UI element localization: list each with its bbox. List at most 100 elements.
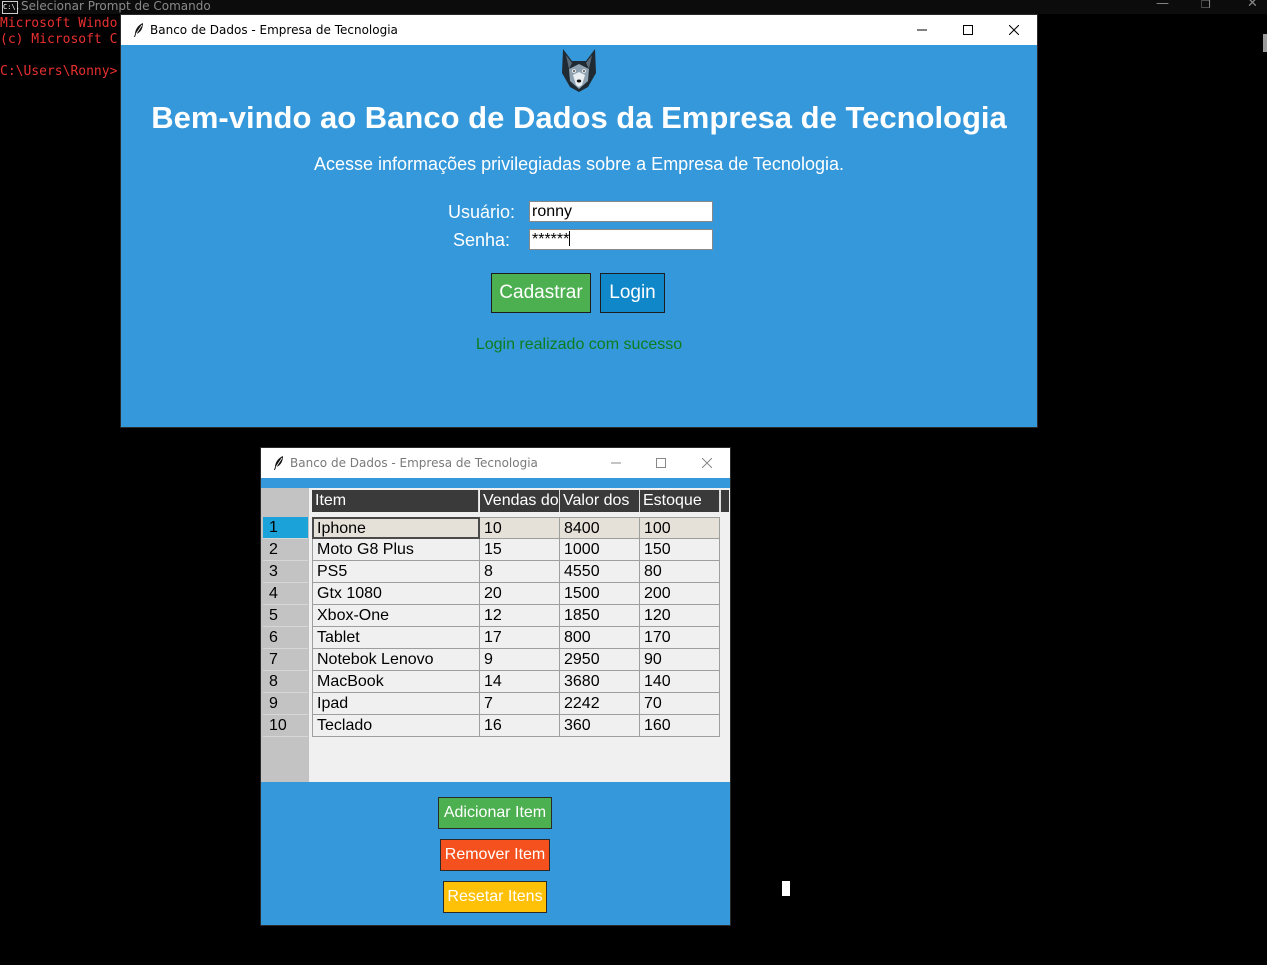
inventory-sheet[interactable]: Item Vendas do Valor dos Estoque 1 Iphone… bbox=[261, 488, 730, 782]
status-message: Login realizado com sucesso bbox=[475, 336, 683, 353]
row-index[interactable]: 9 bbox=[263, 693, 308, 715]
maximize-button[interactable] bbox=[945, 15, 991, 45]
cell-value[interactable]: 360 bbox=[560, 715, 640, 737]
login-window-titlebar[interactable]: Banco de Dados - Empresa de Tecnologia bbox=[121, 15, 1037, 45]
cell-stock[interactable]: 120 bbox=[640, 605, 720, 627]
cell-item[interactable]: Teclado bbox=[312, 715, 480, 737]
cell-value[interactable]: 1500 bbox=[560, 583, 640, 605]
row-index[interactable]: 6 bbox=[263, 627, 308, 649]
console-prompt: C:\Users\Ronny> bbox=[0, 64, 118, 79]
wolf-logo-icon bbox=[562, 49, 596, 92]
cell-sales[interactable]: 12 bbox=[480, 605, 560, 627]
cell-item[interactable]: Xbox-One bbox=[312, 605, 480, 627]
row-index[interactable]: 7 bbox=[263, 649, 308, 671]
row-index[interactable]: 5 bbox=[263, 605, 308, 627]
register-button[interactable]: Cadastrar bbox=[491, 273, 591, 313]
row-index[interactable]: 8 bbox=[263, 671, 308, 693]
row-index[interactable]: 1 bbox=[263, 517, 308, 539]
cell-item[interactable]: Tablet bbox=[312, 627, 480, 649]
column-header-stock[interactable]: Estoque bbox=[640, 490, 720, 512]
cell-item[interactable]: Notebok Lenovo bbox=[312, 649, 480, 671]
row-index[interactable]: 10 bbox=[263, 715, 308, 737]
welcome-heading: Bem-vindo ao Banco de Dados da Empresa d… bbox=[151, 100, 1007, 135]
console-line: Microsoft Windo bbox=[0, 16, 118, 31]
cell-stock[interactable]: 200 bbox=[640, 583, 720, 605]
console-line: (c) Microsoft C bbox=[0, 32, 118, 47]
cell-stock[interactable]: 70 bbox=[640, 693, 720, 715]
cell-stock[interactable]: 170 bbox=[640, 627, 720, 649]
column-header-value[interactable]: Valor dos bbox=[560, 490, 640, 512]
add-item-button[interactable]: Adicionar Item bbox=[438, 797, 552, 829]
password-label: Senha: bbox=[453, 230, 511, 250]
cell-value[interactable]: 3680 bbox=[560, 671, 640, 693]
cell-value[interactable]: 4550 bbox=[560, 561, 640, 583]
login-button[interactable]: Login bbox=[600, 273, 665, 313]
minimize-icon bbox=[917, 29, 927, 31]
feather-icon bbox=[274, 456, 283, 470]
text-cursor bbox=[782, 881, 790, 896]
column-header-item[interactable]: Item bbox=[312, 490, 479, 512]
row-index[interactable]: 3 bbox=[263, 561, 308, 583]
password-input[interactable]: ****** bbox=[529, 229, 713, 250]
cell-value[interactable]: 1000 bbox=[560, 539, 640, 561]
inventory-window: Banco de Dados - Empresa de Tecnologia I… bbox=[261, 448, 730, 925]
maximize-button[interactable] bbox=[638, 448, 684, 478]
feather-icon bbox=[134, 23, 143, 37]
console-title: Selecionar Prompt de Comando bbox=[21, 0, 211, 13]
cell-sales[interactable]: 16 bbox=[480, 715, 560, 737]
cell-sales[interactable]: 20 bbox=[480, 583, 560, 605]
console-titlebar[interactable]: C:\. Selecionar Prompt de Comando — ❐ ✕ bbox=[0, 0, 1267, 14]
row-index[interactable]: 2 bbox=[263, 539, 308, 561]
cell-sales[interactable]: 14 bbox=[480, 671, 560, 693]
cell-stock[interactable]: 160 bbox=[640, 715, 720, 737]
cell-value[interactable]: 2950 bbox=[560, 649, 640, 671]
cell-sales[interactable]: 10 bbox=[480, 517, 560, 539]
minimize-button[interactable] bbox=[899, 15, 945, 45]
welcome-subtitle: Acesse informações privilegiadas sobre a… bbox=[314, 154, 844, 174]
column-header-end bbox=[720, 490, 729, 512]
username-label: Usuário: bbox=[448, 202, 516, 222]
cell-sales[interactable]: 15 bbox=[480, 539, 560, 561]
window-title: Banco de Dados - Empresa de Tecnologia bbox=[150, 23, 398, 37]
minimize-button[interactable] bbox=[593, 448, 639, 478]
cell-item[interactable]: Moto G8 Plus bbox=[312, 539, 480, 561]
cell-item[interactable]: PS5 bbox=[312, 561, 480, 583]
close-icon bbox=[702, 458, 712, 468]
maximize-icon bbox=[963, 25, 973, 35]
column-header-sales[interactable]: Vendas do bbox=[480, 490, 560, 512]
row-index[interactable]: 4 bbox=[263, 583, 308, 605]
cell-stock[interactable]: 150 bbox=[640, 539, 720, 561]
cell-sales[interactable]: 7 bbox=[480, 693, 560, 715]
cell-stock[interactable]: 140 bbox=[640, 671, 720, 693]
close-button[interactable] bbox=[684, 448, 730, 478]
close-button[interactable] bbox=[991, 15, 1037, 45]
minimize-icon bbox=[611, 462, 621, 464]
cell-stock[interactable]: 90 bbox=[640, 649, 720, 671]
text-caret bbox=[569, 231, 571, 246]
cell-stock[interactable]: 100 bbox=[640, 517, 720, 539]
window-title: Banco de Dados - Empresa de Tecnologia bbox=[290, 456, 538, 470]
close-icon bbox=[1009, 25, 1019, 35]
inventory-window-titlebar[interactable]: Banco de Dados - Empresa de Tecnologia bbox=[261, 448, 730, 478]
cell-value[interactable]: 8400 bbox=[560, 517, 640, 539]
cell-value[interactable]: 2242 bbox=[560, 693, 640, 715]
minimize-icon[interactable]: — bbox=[1156, 0, 1169, 11]
cell-item[interactable]: Iphone bbox=[312, 517, 480, 539]
cell-item[interactable]: MacBook bbox=[312, 671, 480, 693]
username-input[interactable]: ronny bbox=[529, 201, 713, 222]
login-window: Banco de Dados - Empresa de Tecnologia B… bbox=[121, 15, 1037, 427]
cell-item[interactable]: Gtx 1080 bbox=[312, 583, 480, 605]
console-scrollbar[interactable] bbox=[1263, 34, 1267, 52]
cell-value[interactable]: 800 bbox=[560, 627, 640, 649]
sheet-corner[interactable] bbox=[263, 490, 309, 512]
cell-stock[interactable]: 80 bbox=[640, 561, 720, 583]
cell-value[interactable]: 1850 bbox=[560, 605, 640, 627]
cell-sales[interactable]: 17 bbox=[480, 627, 560, 649]
reset-items-button[interactable]: Resetar Itens bbox=[443, 881, 547, 913]
cell-item[interactable]: Ipad bbox=[312, 693, 480, 715]
restore-icon[interactable]: ❐ bbox=[1201, 0, 1211, 11]
remove-item-button[interactable]: Remover Item bbox=[440, 839, 550, 871]
cell-sales[interactable]: 9 bbox=[480, 649, 560, 671]
cell-sales[interactable]: 8 bbox=[480, 561, 560, 583]
close-icon[interactable]: ✕ bbox=[1247, 0, 1258, 11]
